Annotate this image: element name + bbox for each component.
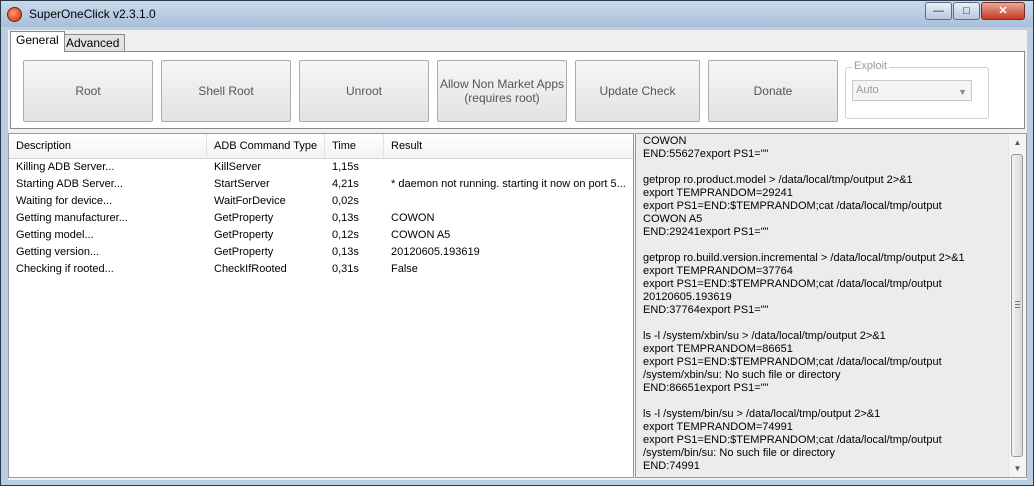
window-title: SuperOneClick v2.3.1.0 (29, 7, 156, 21)
grip-line (1015, 301, 1020, 302)
cell-command-type: GetProperty (214, 212, 274, 224)
table-row[interactable]: Starting ADB Server... StartServer 4,21s * … (9, 176, 633, 193)
allow-non-market-apps-button[interactable]: Allow Non Market Apps (requires root) (437, 60, 567, 122)
cell-result: COWON (391, 212, 435, 224)
update-check-button[interactable]: Update Check (575, 60, 700, 122)
cell-description: Getting version... (16, 246, 100, 258)
exploit-legend: Exploit (852, 60, 890, 72)
cell-description: Starting ADB Server... (16, 178, 123, 190)
app-icon (7, 7, 22, 22)
update-check-button-label: Update Check (599, 84, 676, 98)
list-header: Description ADB Command Type Time Result (9, 134, 633, 159)
cell-result (384, 159, 633, 176)
cell-command-type: KillServer (214, 161, 262, 173)
table-row[interactable]: Getting version... GetProperty 0,13s 201206… (9, 244, 633, 261)
cell-time: 0,02s (332, 195, 359, 207)
cell-command-type: GetProperty (214, 229, 274, 241)
donate-button-label: Donate (753, 84, 793, 98)
log-output[interactable]: COWON END:55627export PS1="" getprop ro.… (635, 133, 1027, 478)
exploit-selected-value: Auto (856, 84, 879, 96)
cell-result (384, 193, 633, 210)
cell-time: 0,13s (332, 212, 359, 224)
table-row[interactable]: Getting manufacturer... GetProperty 0,13s C… (9, 210, 633, 227)
unroot-button[interactable]: Unroot (299, 60, 429, 122)
cell-time: 0,13s (332, 246, 359, 258)
cell-description: Checking if rooted... (16, 263, 114, 275)
cell-description: Getting model... (16, 229, 94, 241)
close-button[interactable]: ✕ (981, 2, 1025, 20)
grip-line (1015, 304, 1020, 305)
grip-line (1015, 307, 1020, 308)
cell-result: * daemon not running. starting it now on… (391, 178, 626, 190)
unroot-button-label: Unroot (345, 84, 383, 98)
shell-root-button[interactable]: Shell Root (161, 60, 291, 122)
chevron-down-icon: ▼ (958, 87, 967, 97)
scroll-thumb[interactable] (1011, 154, 1023, 457)
log-scrollbar[interactable]: ▲ ▼ (1008, 134, 1026, 477)
table-row[interactable]: Killing ADB Server... KillServer 1,15s (9, 159, 633, 176)
allow-non-market-label: Allow Non Market Apps (439, 77, 565, 91)
cell-description: Killing ADB Server... (16, 161, 115, 173)
cell-description: Waiting for device... (16, 195, 113, 207)
donate-button[interactable]: Donate (708, 60, 838, 122)
maximize-button[interactable]: □ (953, 2, 980, 20)
log-text: COWON END:55627export PS1="" getprop ro.… (643, 135, 965, 472)
cell-result: False (391, 263, 418, 275)
app-window: SuperOneClick v2.3.1.0 — □ ✕ General Adv… (0, 0, 1034, 486)
root-button-label: Root (75, 84, 101, 98)
tab-general[interactable]: General (10, 31, 65, 52)
table-row[interactable]: Getting model... GetProperty 0,12s COWON A5 (9, 227, 633, 244)
shell-root-button-label: Shell Root (198, 84, 254, 98)
root-button[interactable]: Root (23, 60, 153, 122)
cell-command-type: GetProperty (214, 246, 274, 258)
column-time[interactable]: Time (325, 134, 384, 158)
cell-result: COWON A5 (391, 229, 451, 241)
cell-time: 4,21s (332, 178, 359, 190)
requires-root-label: (requires root) (464, 91, 540, 105)
table-row[interactable]: Waiting for device... WaitForDevice 0,02s (9, 193, 633, 210)
cell-result: 20120605.193619 (391, 246, 480, 258)
column-description[interactable]: Description (9, 134, 207, 158)
exploit-group: Exploit Auto ▼ (845, 60, 989, 119)
minimize-button[interactable]: — (925, 2, 952, 20)
scroll-down-icon[interactable]: ▼ (1009, 460, 1026, 477)
title-bar[interactable]: SuperOneClick v2.3.1.0 — □ ✕ (1, 1, 1033, 27)
table-row[interactable]: Checking if rooted... CheckIfRooted 0,31s F… (9, 261, 633, 278)
cell-description: Getting manufacturer... (16, 212, 128, 224)
general-tab-panel: Root Shell Root Unroot Allow Non Market … (10, 51, 1025, 129)
progress-list[interactable]: Description ADB Command Type Time Result… (8, 133, 634, 478)
cell-time: 1,15s (332, 161, 359, 173)
scroll-up-icon[interactable]: ▲ (1009, 134, 1026, 151)
cell-time: 0,12s (332, 229, 359, 241)
cell-command-type: WaitForDevice (214, 195, 286, 207)
exploit-select[interactable]: Auto ▼ (852, 80, 972, 101)
column-adb-command-type[interactable]: ADB Command Type (207, 134, 325, 158)
client-area: General Advanced Root Shell Root Unroot … (8, 30, 1027, 480)
column-result[interactable]: Result (384, 134, 633, 158)
cell-command-type: StartServer (214, 178, 270, 190)
cell-time: 0,31s (332, 263, 359, 275)
cell-command-type: CheckIfRooted (214, 263, 287, 275)
